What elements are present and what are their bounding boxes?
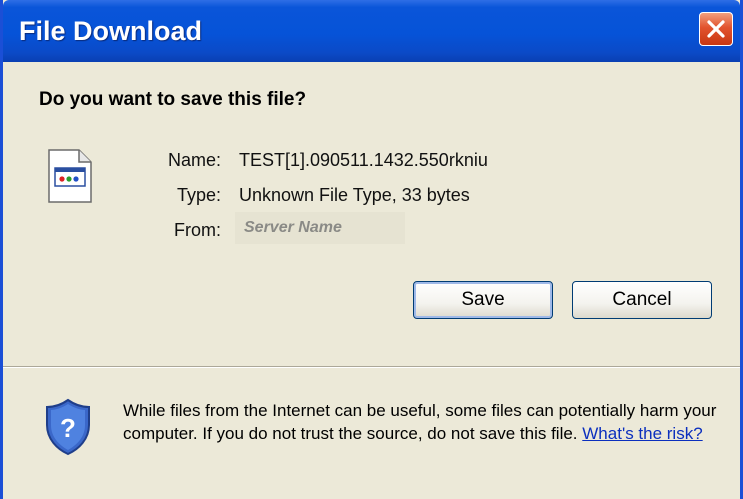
dialog-question: Do you want to save this file?: [39, 89, 307, 110]
cancel-button[interactable]: Cancel: [572, 281, 712, 319]
file-download-dialog: File Download Do you want to save this f…: [0, 0, 743, 499]
title-bar[interactable]: File Download: [3, 0, 740, 62]
name-label: Name:: [167, 150, 221, 170]
separator: [3, 366, 740, 368]
type-label: Type:: [176, 185, 221, 205]
shield-help-icon: ?: [43, 397, 93, 462]
file-type-value: Unknown File Type, 33 bytes: [239, 185, 470, 205]
whats-the-risk-link[interactable]: What's the risk?: [582, 424, 702, 443]
security-warning: While files from the Internet can be use…: [123, 399, 723, 445]
close-button[interactable]: [699, 12, 733, 46]
svg-text:?: ?: [60, 413, 76, 443]
file-name-value: TEST[1].090511.1432.550rkniu: [239, 150, 488, 170]
from-value: Server Name: [244, 219, 342, 236]
window-title: File Download: [19, 16, 203, 46]
save-button[interactable]: Save: [413, 281, 553, 319]
file-type-icon: [45, 146, 95, 211]
close-icon: [707, 20, 725, 38]
from-label: From:: [174, 220, 221, 240]
